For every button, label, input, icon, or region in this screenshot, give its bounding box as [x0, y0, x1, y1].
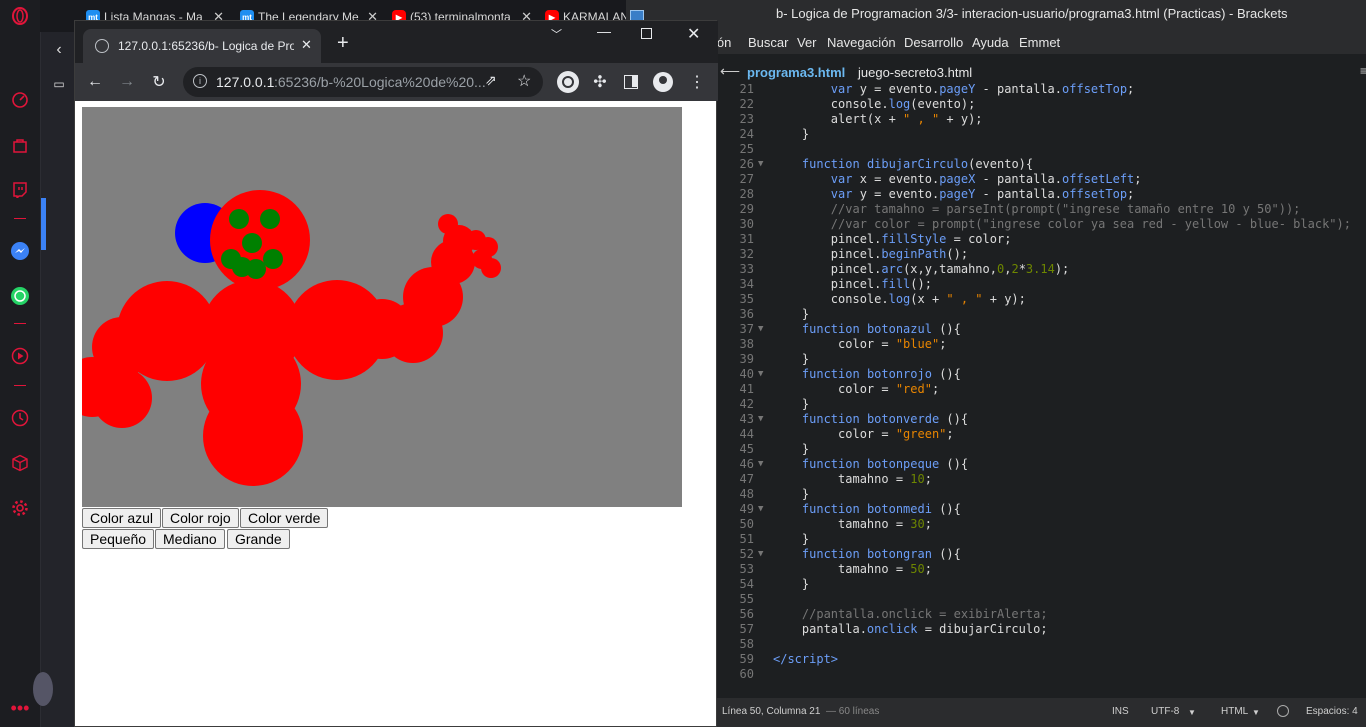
indent-setting[interactable]: Espacios: 4 [1306, 706, 1358, 717]
red-circle [203, 386, 303, 486]
green-mouth [246, 259, 266, 279]
brackets-title-bar: b- Logica de Programacion 3/3- interacio… [626, 0, 1366, 32]
chrome-tab-strip: 127.0.0.1:65236/b- Logica de Pro ✕ + ﹀ —… [75, 21, 718, 63]
brackets-window: b- Logica de Programacion 3/3- interacio… [626, 0, 1366, 727]
close-window-icon[interactable]: ✕ [687, 24, 700, 44]
brackets-menu-bar: ión Buscar Ver Navegación Desarrollo Ayu… [626, 32, 1366, 54]
tab-programa3[interactable]: programa3.html [747, 62, 845, 84]
info-icon[interactable]: i [193, 74, 207, 88]
green-mouth [263, 249, 283, 269]
forward-arrow-icon[interactable]: → [115, 70, 139, 94]
profile-avatar-icon[interactable] [653, 72, 673, 92]
pequeno-button[interactable]: Pequeño [82, 529, 155, 549]
side-panel-icon[interactable] [624, 75, 638, 89]
opera-sidebar: ••• [0, 0, 40, 727]
color-verde-button[interactable]: Color verde [240, 508, 329, 528]
menu-item-debug[interactable]: Desarrollo [904, 35, 963, 50]
chrome-tab-title: 127.0.0.1:65236/b- Logica de Pro [118, 39, 294, 53]
green-nose [242, 233, 262, 253]
color-azul-button[interactable]: Color azul [82, 508, 162, 528]
panel-active-indicator [41, 198, 46, 250]
color-rojo-button[interactable]: Color rojo [162, 508, 239, 528]
globe-icon [95, 39, 109, 53]
sync-extension-icon[interactable] [557, 71, 579, 93]
encoding-select[interactable]: UTF-8 [1151, 706, 1179, 717]
red-circle [438, 214, 458, 234]
more-dots-icon[interactable]: ••• [10, 698, 30, 718]
sidebar-divider [14, 218, 26, 219]
shop-bag-icon[interactable] [10, 135, 30, 155]
line-count: — 60 líneas [826, 706, 880, 717]
arrow-left-icon[interactable]: ⟵ [720, 63, 740, 80]
close-icon[interactable]: ✕ [301, 37, 312, 53]
menu-item-find[interactable]: Buscar [748, 35, 788, 50]
back-arrow-icon[interactable]: ‹ [47, 38, 71, 62]
bookmark-star-icon[interactable]: ☆ [517, 71, 531, 91]
whatsapp-icon[interactable] [10, 286, 30, 306]
code-editor[interactable]: 21 var y = evento.pageY - pantalla.offse… [716, 82, 1366, 698]
address-bar[interactable]: i 127.0.0.1 :65236/b-%20Logica%20de%20..… [183, 67, 543, 97]
opera-logo-icon[interactable] [10, 6, 30, 26]
canvas-drawing [82, 190, 501, 486]
tab-search-chevron-icon[interactable]: ﹀ [551, 26, 562, 42]
menu-item-emmet[interactable]: Emmet [1019, 35, 1060, 50]
menu-lines-icon[interactable]: ≡ [1360, 64, 1366, 78]
speed-dial-icon[interactable] [10, 90, 30, 110]
opera-panel: ‹ ▭ [33, 32, 74, 727]
share-icon[interactable]: ⇗ [485, 72, 497, 89]
avatar[interactable] [33, 672, 53, 706]
chevron-down-icon: ▼ [1252, 708, 1260, 717]
sidebar-divider [14, 385, 26, 386]
green-eye [260, 209, 280, 229]
more-vertical-icon[interactable]: ⋮ [685, 70, 709, 94]
linter-status-icon[interactable] [1277, 705, 1289, 717]
history-clock-icon[interactable] [10, 408, 30, 428]
twitch-icon[interactable] [10, 180, 30, 200]
menu-item-navigate[interactable]: Navegación [827, 35, 896, 50]
drawing-canvas[interactable] [82, 107, 682, 507]
extensions-puzzle-icon[interactable]: ✣ [588, 70, 612, 94]
player-icon[interactable] [10, 346, 30, 366]
minimize-icon[interactable]: — [597, 23, 611, 39]
red-circle [481, 258, 501, 278]
back-arrow-icon[interactable]: ← [83, 70, 107, 94]
reload-icon[interactable]: ↻ [147, 70, 171, 94]
green-eye [229, 209, 249, 229]
chrome-toolbar: ← → ↻ i 127.0.0.1 :65236/b-%20Logica%20d… [75, 63, 718, 101]
folder-icon[interactable]: ▭ [47, 72, 71, 96]
chevron-down-icon: ▼ [1188, 708, 1196, 717]
brackets-status-bar: Línea 50, Columna 21 — 60 líneas INS UTF… [716, 698, 1366, 727]
messenger-icon[interactable] [10, 241, 30, 261]
cursor-position: Línea 50, Columna 21 [722, 706, 821, 717]
chrome-window: 127.0.0.1:65236/b- Logica de Pro ✕ + ﹀ —… [74, 20, 718, 727]
extensions-cube-icon[interactable] [10, 453, 30, 473]
mediano-button[interactable]: Mediano [155, 529, 225, 549]
url-path: :65236/b-%20Logica%20de%20... [274, 74, 486, 90]
url-host: 127.0.0.1 [216, 74, 275, 90]
chrome-tab[interactable]: 127.0.0.1:65236/b- Logica de Pro ✕ [83, 29, 321, 63]
tab-juego-secreto3[interactable]: juego-secreto3.html [858, 62, 972, 84]
new-tab-button[interactable]: + [337, 33, 349, 53]
page-content: Color azul Color rojo Color verde Pequeñ… [75, 101, 716, 726]
window-title: b- Logica de Programacion 3/3- interacio… [776, 6, 1288, 21]
menu-item-help[interactable]: Ayuda [972, 35, 1009, 50]
grande-button[interactable]: Grande [227, 529, 290, 549]
insert-mode[interactable]: INS [1112, 706, 1129, 717]
language-select[interactable]: HTML [1221, 706, 1248, 717]
menu-item-view[interactable]: Ver [797, 35, 817, 50]
settings-gear-icon[interactable] [10, 498, 30, 518]
sidebar-divider [14, 323, 26, 324]
maximize-icon[interactable] [641, 28, 652, 39]
